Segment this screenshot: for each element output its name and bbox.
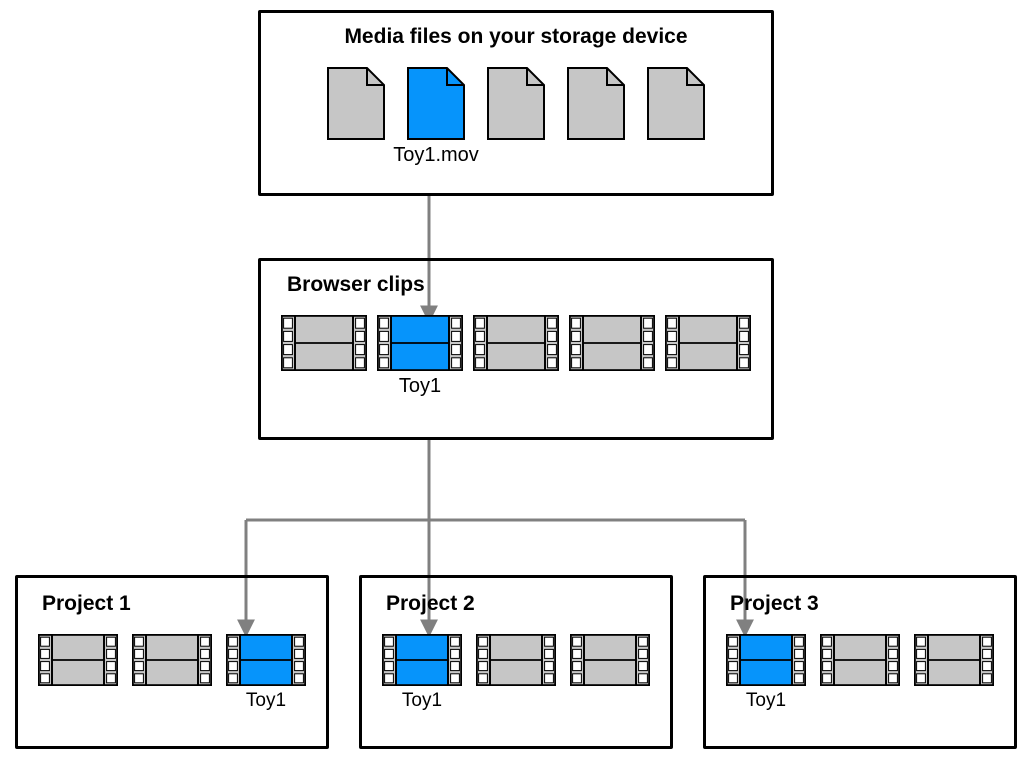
clip bbox=[473, 315, 559, 399]
project-box-1: Project 1 Toy1 bbox=[15, 575, 329, 749]
filmstrip-icon bbox=[570, 634, 650, 686]
file-highlighted: Toy1.mov bbox=[407, 67, 465, 168]
filmstrip-icon bbox=[665, 315, 751, 371]
browser-title: Browser clips bbox=[287, 273, 425, 297]
clip-highlighted: Toy1 bbox=[382, 634, 462, 712]
clip bbox=[38, 634, 118, 712]
clip bbox=[281, 315, 367, 399]
filmstrip-icon bbox=[476, 634, 556, 686]
document-icon bbox=[487, 67, 545, 140]
filmstrip-icon bbox=[132, 634, 212, 686]
filmstrip-icon bbox=[377, 315, 463, 371]
storage-title: Media files on your storage device bbox=[261, 25, 771, 49]
document-icon bbox=[407, 67, 465, 140]
filmstrip-icon bbox=[726, 634, 806, 686]
diagram-stage: Media files on your storage device Toy1.… bbox=[0, 0, 1032, 760]
clip-label: Toy1 bbox=[746, 690, 786, 712]
project-box-2: Project 2 Toy1 bbox=[359, 575, 673, 749]
filmstrip-icon bbox=[473, 315, 559, 371]
clip bbox=[476, 634, 556, 712]
clip bbox=[820, 634, 900, 712]
clip-highlighted: Toy1 bbox=[226, 634, 306, 712]
file bbox=[647, 67, 705, 168]
filmstrip-icon bbox=[820, 634, 900, 686]
browser-clip-row: Toy1 bbox=[281, 315, 751, 399]
clip bbox=[665, 315, 751, 399]
project-clip-row: Toy1 bbox=[382, 634, 650, 712]
browser-box: Browser clips Toy1 bbox=[258, 258, 774, 440]
project-title: Project 1 bbox=[42, 592, 131, 616]
file-label: Toy1.mov bbox=[393, 144, 479, 168]
filmstrip-icon bbox=[226, 634, 306, 686]
file bbox=[327, 67, 385, 168]
storage-box: Media files on your storage device Toy1.… bbox=[258, 10, 774, 196]
project-title: Project 3 bbox=[730, 592, 819, 616]
clip bbox=[132, 634, 212, 712]
clip bbox=[914, 634, 994, 712]
file bbox=[567, 67, 625, 168]
filmstrip-icon bbox=[382, 634, 462, 686]
document-icon bbox=[647, 67, 705, 140]
clip-label: Toy1 bbox=[402, 690, 442, 712]
project-clip-row: Toy1 bbox=[38, 634, 306, 712]
filmstrip-icon bbox=[38, 634, 118, 686]
clip-label: Toy1 bbox=[399, 375, 441, 399]
document-icon bbox=[567, 67, 625, 140]
project-box-3: Project 3 Toy1 bbox=[703, 575, 1017, 749]
clip-highlighted: Toy1 bbox=[726, 634, 806, 712]
project-title: Project 2 bbox=[386, 592, 475, 616]
clip bbox=[569, 315, 655, 399]
filmstrip-icon bbox=[281, 315, 367, 371]
clip-highlighted: Toy1 bbox=[377, 315, 463, 399]
project-clip-row: Toy1 bbox=[726, 634, 994, 712]
document-icon bbox=[327, 67, 385, 140]
clip bbox=[570, 634, 650, 712]
filmstrip-icon bbox=[914, 634, 994, 686]
filmstrip-icon bbox=[569, 315, 655, 371]
storage-file-row: Toy1.mov bbox=[327, 67, 705, 168]
file bbox=[487, 67, 545, 168]
clip-label: Toy1 bbox=[246, 690, 286, 712]
